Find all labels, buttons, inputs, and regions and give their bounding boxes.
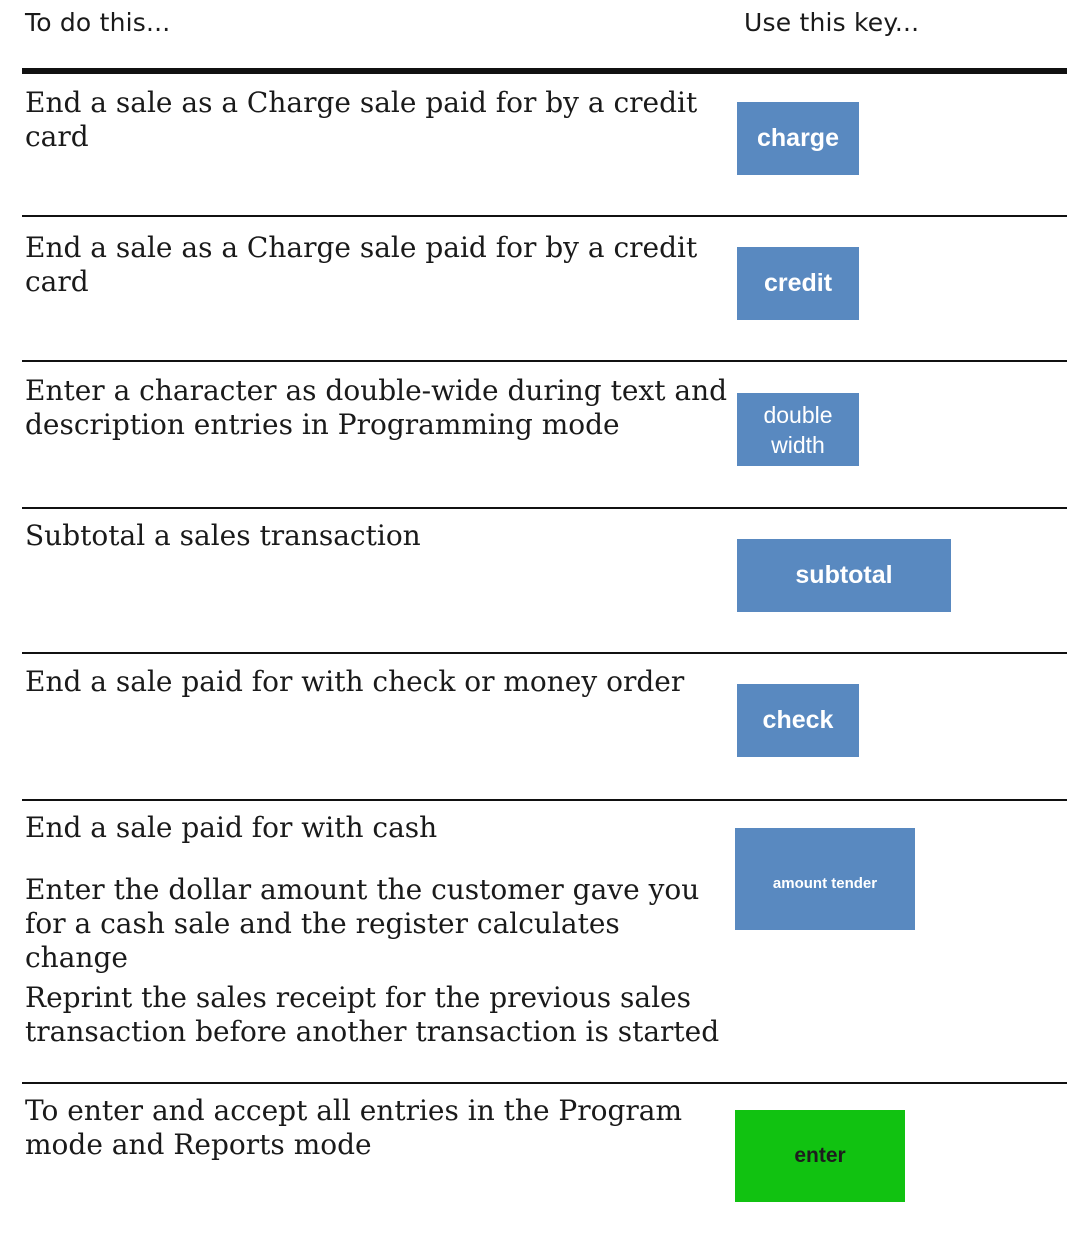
- check-key-button[interactable]: check: [737, 684, 859, 757]
- header-divider: [22, 68, 1067, 74]
- charge-key-button[interactable]: charge: [737, 102, 859, 175]
- row-description: To enter and accept all entries in the P…: [25, 1094, 683, 1161]
- key-label-line: double: [763, 401, 833, 428]
- header-left-label: To do this...: [25, 8, 171, 37]
- row-divider: [22, 507, 1067, 509]
- row-description: Enter the dollar amount the customer gav…: [25, 873, 700, 974]
- amount-tender-key-button[interactable]: amount tender: [735, 828, 915, 930]
- row-description: End a sale as a Charge sale paid for by …: [25, 86, 698, 153]
- row-description: Reprint the sales receipt for the previo…: [25, 981, 720, 1048]
- row-description: Subtotal a sales transaction: [25, 519, 421, 552]
- row-description: Enter a character as double-wide during …: [25, 374, 728, 441]
- row-divider: [22, 1082, 1067, 1084]
- row-description: End a sale paid for with cash: [25, 811, 438, 844]
- row-description: End a sale as a Charge sale paid for by …: [25, 231, 698, 298]
- row-divider: [22, 215, 1067, 217]
- enter-key-button[interactable]: enter: [735, 1110, 905, 1202]
- row-description: End a sale paid for with check or money …: [25, 665, 685, 698]
- subtotal-key-button[interactable]: subtotal: [737, 539, 951, 612]
- double-width-key-button[interactable]: double width: [737, 393, 859, 466]
- key-label-line: width: [771, 431, 825, 458]
- row-divider: [22, 799, 1067, 801]
- row-divider: [22, 360, 1067, 362]
- row-divider: [22, 652, 1067, 654]
- header-right-label: Use this key...: [744, 8, 920, 37]
- credit-key-button[interactable]: credit: [737, 247, 859, 320]
